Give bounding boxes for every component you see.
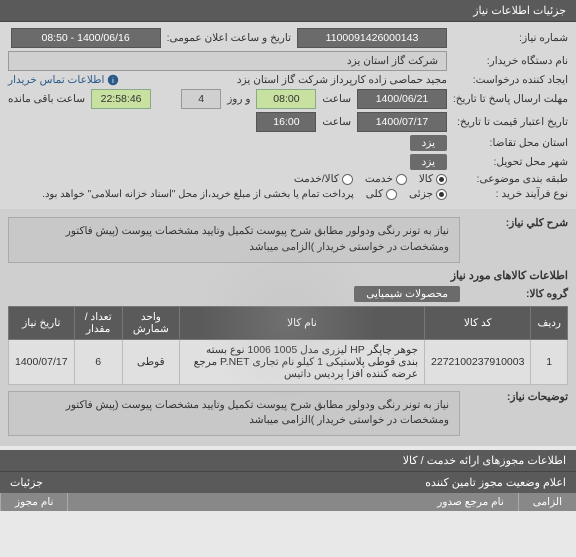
cell-name: جوهر چاپگر HP لیزری مدل 1005 1006 نوع بس… — [179, 339, 424, 384]
radio-khadamat[interactable]: خدمت — [365, 173, 407, 185]
cell-code: 2272100237910003 — [425, 339, 531, 384]
sub-bar: الزامی نام مرجع صدور نام مجوز — [0, 493, 576, 511]
goods-table: ردیف کد کالا نام کالا واحد شمارش تعداد /… — [8, 306, 568, 385]
day-label: و روز — [227, 93, 250, 105]
deliv-city-label: شهر محل تحویل: — [453, 156, 568, 168]
section-header-permissions: اطلاعات مجوزهای ارائه خدمت / کالا — [0, 450, 576, 472]
send-hour: 08:00 — [256, 89, 316, 109]
cell-idx: 1 — [531, 339, 568, 384]
send-deadline-label: مهلت ارسال پاسخ تا تاریخ: — [453, 93, 568, 105]
radio-circle-icon — [436, 189, 447, 200]
goods-info-header: اطلاعات کالاهای مورد نیاز — [8, 269, 568, 282]
remain-label: ساعت باقی مانده — [8, 93, 85, 105]
radio-kala[interactable]: کالا — [419, 173, 447, 185]
section-header-info: جزئیات اطلاعات نیاز — [0, 0, 576, 22]
bottom-header: اعلام وضعیت مجوز تامین کننده جزئیات — [0, 472, 576, 493]
radio-circle-icon — [436, 174, 447, 185]
buyer-contact-link[interactable]: i اطلاعات تماس خریدار — [8, 74, 119, 86]
sub-ref: نام مرجع صدور — [67, 493, 517, 511]
hour-label-2: ساعت — [322, 116, 351, 128]
info-icon: i — [107, 74, 119, 86]
category-label: طبقه بندی موضوعی: — [453, 173, 568, 185]
sub-perm: نام مجوز — [0, 493, 67, 511]
days: 4 — [181, 89, 221, 109]
th-name: نام کالا — [179, 306, 424, 339]
cell-qty: 6 — [74, 339, 122, 384]
group-label: گروه کالا: — [468, 288, 568, 300]
th-unit: واحد شمارش — [122, 306, 179, 339]
public-time-label: تاریخ و ساعت اعلان عمومی: — [167, 32, 291, 44]
explain-label: توضیحات نیاز: — [468, 391, 568, 403]
validity-label: تاریخ اعتبار قیمت تا تاریخ: — [453, 116, 568, 128]
deliv-city: یزد — [410, 154, 447, 170]
need-no-label: شماره نیاز: — [453, 32, 568, 44]
creator-label: ایجاد کننده درخواست: — [453, 74, 568, 86]
validity-date: 1400/07/17 — [357, 112, 447, 132]
explain-text: نیاز به تونر رنگی ودولور مطابق شرح پیوست… — [8, 391, 460, 437]
need-no-value: 1100091426000143 — [297, 28, 447, 48]
cell-date: 1400/07/17 — [9, 339, 75, 384]
bottom-details: جزئیات — [10, 476, 43, 489]
validity-hour: 16:00 — [256, 112, 316, 132]
radio-jozi[interactable]: جزئی — [409, 188, 447, 200]
req-city: یزد — [410, 135, 447, 151]
radio-koli[interactable]: کلی — [366, 188, 397, 200]
req-city-label: استان محل تقاضا: — [453, 137, 568, 149]
radio-label: کالا — [419, 173, 433, 185]
radio-label: کلی — [366, 188, 383, 200]
table-row: 1 2272100237910003 جوهر چاپگر HP لیزری م… — [9, 339, 568, 384]
public-time-value: 1400/06/16 - 08:50 — [11, 28, 161, 48]
radio-circle-icon — [396, 174, 407, 185]
table-header-row: ردیف کد کالا نام کالا واحد شمارش تعداد /… — [9, 306, 568, 339]
radio-circle-icon — [386, 189, 397, 200]
category-radios: کالا خدمت کالا/خدمت — [294, 173, 447, 185]
radio-label: کالا/خدمت — [294, 173, 339, 185]
bottom-title: اعلام وضعیت مجوز تامین کننده — [425, 476, 566, 489]
need-summary-section: شرح كلي نیاز: نیاز به تونر رنگی ودولور م… — [0, 209, 576, 446]
buyer-org-label: نام دستگاه خریدار: — [453, 55, 568, 67]
th-idx: ردیف — [531, 306, 568, 339]
remain-time: 22:58:46 — [91, 89, 151, 109]
group-value: محصولات شیمیایی — [354, 286, 460, 302]
th-qty: تعداد / مقدار — [74, 306, 122, 339]
need-main-label: شرح كلي نیاز: — [468, 217, 568, 229]
need-main-text: نیاز به تونر رنگی ودولور مطابق شرح پیوست… — [8, 217, 460, 263]
buyer-org-value: شرکت گاز استان یزد — [8, 51, 447, 71]
send-date: 1400/06/21 — [357, 89, 447, 109]
form-body: شماره نیاز: 1100091426000143 تاریخ و ساع… — [0, 22, 576, 209]
buy-note: پرداخت تمام یا بخشی از مبلغ خرید،از محل … — [42, 189, 354, 200]
radio-circle-icon — [342, 174, 353, 185]
cell-unit: قوطی — [122, 339, 179, 384]
th-code: کد کالا — [425, 306, 531, 339]
contact-label: اطلاعات تماس خریدار — [8, 74, 104, 86]
radio-kala-khadamat[interactable]: کالا/خدمت — [294, 173, 353, 185]
hour-label: ساعت — [322, 93, 351, 105]
radio-label: جزئی — [409, 188, 433, 200]
buy-type-radios: جزئی کلی — [366, 188, 447, 200]
sub-mandatory: الزامی — [518, 493, 576, 511]
th-date: تاریخ نیاز — [9, 306, 75, 339]
creator-value: مجید حماصی زاده کارپرداز شرکت گاز استان … — [237, 74, 447, 86]
buy-type-label: نوع فرآیند خرید : — [453, 188, 568, 200]
radio-label: خدمت — [365, 173, 393, 185]
